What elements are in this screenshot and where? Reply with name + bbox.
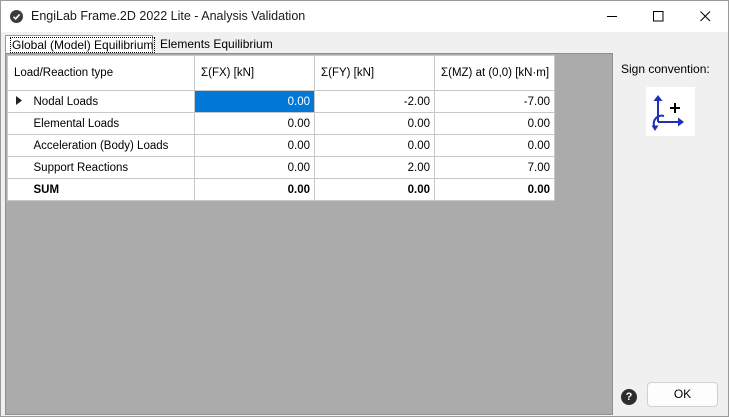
minimize-button[interactable] <box>589 1 635 32</box>
column-header-mz[interactable]: Σ(MZ) at (0,0) [kN·m] <box>434 55 555 91</box>
tab-strip: Global (Model) Equilibrium Elements Equi… <box>1 32 728 54</box>
table-row-sum[interactable]: SUM 0.00 0.00 0.00 <box>7 178 555 201</box>
cell-fy[interactable]: 0.00 <box>314 178 435 201</box>
cell-fy[interactable]: 2.00 <box>314 156 435 179</box>
equilibrium-grid-area[interactable]: Load/Reaction type Σ(FX) [kN] Σ(FY) [kN]… <box>5 53 613 415</box>
title-bar[interactable]: EngiLab Frame.2D 2022 Lite - Analysis Va… <box>1 1 728 32</box>
current-row-arrow-icon <box>15 95 22 105</box>
tab-global-equilibrium[interactable]: Global (Model) Equilibrium <box>5 35 156 53</box>
analysis-validation-window: EngiLab Frame.2D 2022 Lite - Analysis Va… <box>0 0 729 417</box>
table-header-row: Load/Reaction type Σ(FX) [kN] Σ(FY) [kN]… <box>7 55 555 91</box>
close-button[interactable] <box>682 1 728 32</box>
sign-convention-axes-icon <box>651 95 684 131</box>
cell-mz[interactable]: 0.00 <box>434 178 555 201</box>
ok-button[interactable]: OK <box>647 382 718 407</box>
cell-mz[interactable]: 0.00 <box>434 134 555 157</box>
cell-fy[interactable]: -2.00 <box>314 90 435 113</box>
row-selector[interactable] <box>7 134 30 157</box>
row-selector[interactable] <box>7 112 30 135</box>
cell-type[interactable]: Nodal Loads <box>29 90 195 113</box>
column-header-fx[interactable]: Σ(FX) [kN] <box>194 55 315 91</box>
row-selector[interactable] <box>7 156 30 179</box>
close-icon <box>700 11 711 22</box>
column-header-type[interactable]: Load/Reaction type <box>7 55 195 91</box>
row-selector[interactable] <box>7 90 30 113</box>
table-row[interactable]: Support Reactions 0.00 2.00 7.00 <box>7 156 555 179</box>
sign-convention-panel <box>646 87 695 136</box>
cell-fx[interactable]: 0.00 <box>194 156 315 179</box>
cell-mz[interactable]: 0.00 <box>434 112 555 135</box>
app-check-icon <box>10 10 23 23</box>
tab-global-equilibrium-label: Global (Model) Equilibrium <box>10 37 156 53</box>
table-row[interactable]: Acceleration (Body) Loads 0.00 0.00 0.00 <box>7 134 555 157</box>
maximize-button[interactable] <box>635 1 681 32</box>
sign-convention-label: Sign convention: <box>621 62 710 76</box>
cell-type[interactable]: Support Reactions <box>29 156 195 179</box>
tab-elements-equilibrium-label: Elements Equilibrium <box>160 37 273 51</box>
window-title: EngiLab Frame.2D 2022 Lite - Analysis Va… <box>31 9 306 23</box>
cell-mz[interactable]: 7.00 <box>434 156 555 179</box>
tab-elements-equilibrium[interactable]: Elements Equilibrium <box>155 35 273 53</box>
cell-type[interactable]: Elemental Loads <box>29 112 195 135</box>
column-header-fy[interactable]: Σ(FY) [kN] <box>314 55 435 91</box>
cell-fx[interactable]: 0.00 <box>194 134 315 157</box>
row-selector[interactable] <box>7 178 30 201</box>
help-icon[interactable]: ? <box>621 389 637 405</box>
maximize-icon <box>653 11 664 22</box>
cell-type[interactable]: SUM <box>29 178 195 201</box>
cell-fx[interactable]: 0.00 <box>194 112 315 135</box>
table-row[interactable]: Nodal Loads 0.00 -2.00 -7.00 <box>7 90 555 113</box>
minimize-icon <box>607 16 617 17</box>
cell-mz[interactable]: -7.00 <box>434 90 555 113</box>
table-row[interactable]: Elemental Loads 0.00 0.00 0.00 <box>7 112 555 135</box>
cell-fy[interactable]: 0.00 <box>314 134 435 157</box>
cell-fx[interactable]: 0.00 <box>194 178 315 201</box>
cell-type[interactable]: Acceleration (Body) Loads <box>29 134 195 157</box>
cell-fx[interactable]: 0.00 <box>194 90 315 113</box>
cell-fy[interactable]: 0.00 <box>314 112 435 135</box>
side-panel: Sign convention: ? OK <box>613 53 728 415</box>
equilibrium-table: Load/Reaction type Σ(FX) [kN] Σ(FY) [kN]… <box>7 55 555 201</box>
